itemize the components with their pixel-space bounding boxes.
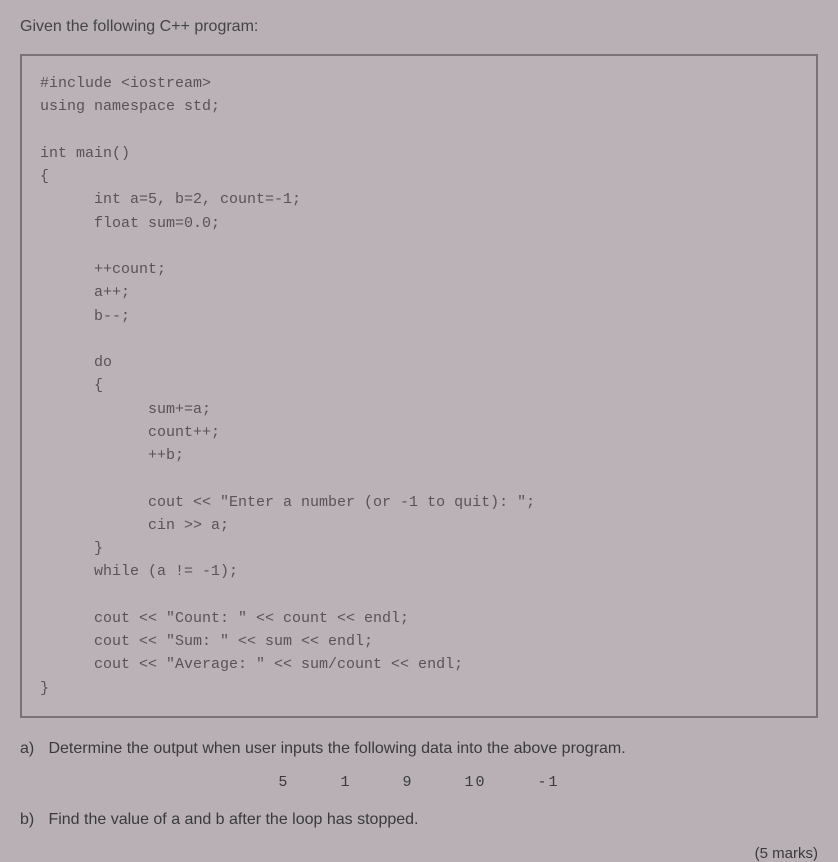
part-b-text: Find the value of a and b after the loop…: [48, 811, 418, 828]
input-data-row: 5 1 9 10 -1: [20, 774, 818, 791]
part-b-label: b): [20, 811, 44, 829]
input-value: 9: [402, 774, 413, 791]
part-a: a) Determine the output when user inputs…: [20, 740, 818, 758]
part-a-text: Determine the output when user inputs th…: [48, 740, 625, 757]
input-value: -1: [538, 774, 560, 791]
part-a-label: a): [20, 740, 44, 758]
code-box: #include <iostream> using namespace std;…: [20, 54, 818, 718]
input-value: 1: [340, 774, 351, 791]
question-intro: Given the following C++ program:: [20, 18, 818, 36]
input-value: 10: [465, 774, 487, 791]
input-value: 5: [278, 774, 289, 791]
part-b: b) Find the value of a and b after the l…: [20, 811, 818, 829]
code-content: #include <iostream> using namespace std;…: [40, 72, 798, 700]
marks: (5 marks): [20, 845, 818, 862]
